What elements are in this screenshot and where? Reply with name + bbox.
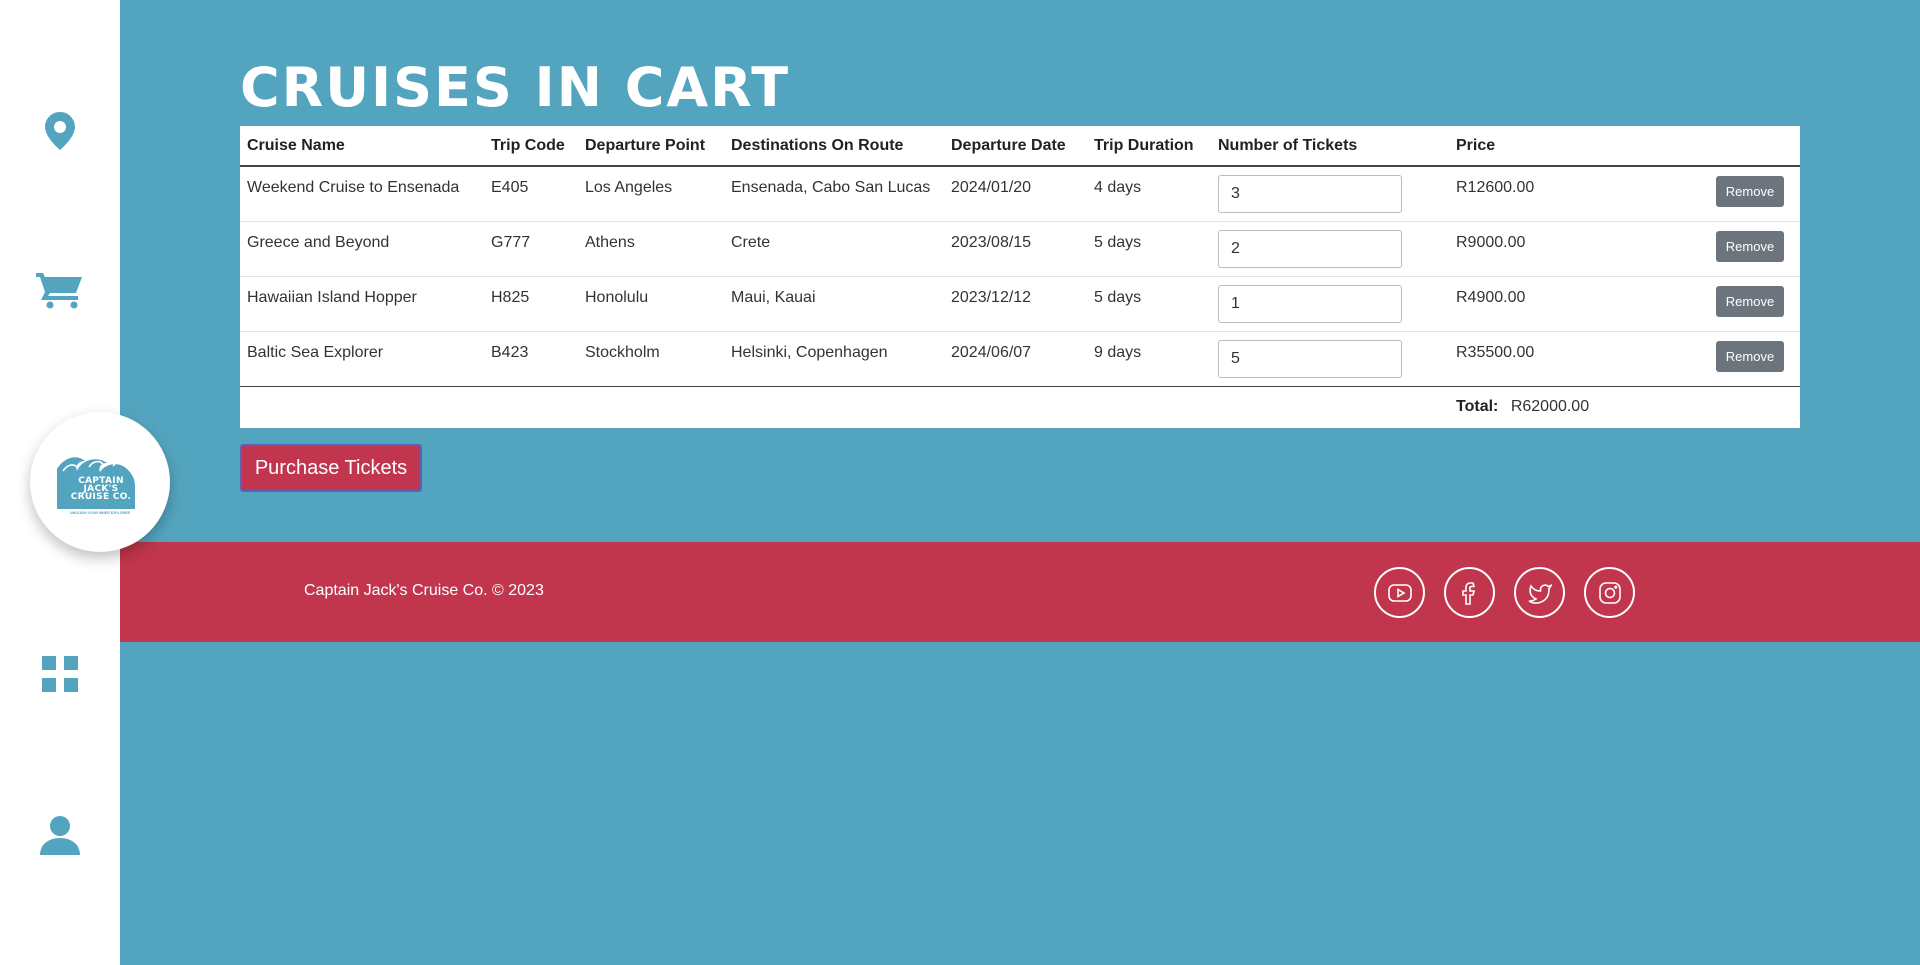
instagram-link[interactable] xyxy=(1584,567,1635,618)
page-title: Cruises in Cart xyxy=(240,56,791,119)
cart-icon xyxy=(36,273,82,309)
table-row: Baltic Sea Explorer B423 Stockholm Helsi… xyxy=(240,331,1800,387)
destinations: Ensenada, Cabo San Lucas xyxy=(724,166,944,222)
ticket-quantity-input[interactable] xyxy=(1218,229,1402,268)
col-header: Departure Date xyxy=(944,126,1087,167)
total-value: R62000.00 xyxy=(1510,397,1590,415)
col-header: Trip Code xyxy=(484,126,578,167)
table-row: Hawaiian Island Hopper H825 Honolulu Mau… xyxy=(240,276,1800,332)
twitter-link[interactable] xyxy=(1514,567,1565,618)
tickets-cell xyxy=(1211,331,1449,387)
col-header: Cruise Name xyxy=(240,126,484,167)
remove-cell: Remove xyxy=(1709,221,1800,277)
col-header: Price xyxy=(1449,126,1709,167)
trip-code: H825 xyxy=(484,276,578,332)
nav-grid[interactable] xyxy=(0,654,120,694)
cruise-name: Greece and Beyond xyxy=(240,221,484,277)
departure-point: Athens xyxy=(578,221,724,277)
cruise-name: Baltic Sea Explorer xyxy=(240,331,484,387)
trip-duration: 4 days xyxy=(1087,166,1211,222)
departure-date: 2023/08/15 xyxy=(944,221,1087,277)
col-header xyxy=(1709,126,1800,167)
grid-icon xyxy=(42,656,78,692)
table-header-row: Cruise Name Trip Code Departure Point De… xyxy=(240,126,1800,167)
price: R4900.00 xyxy=(1449,276,1709,332)
footer: Captain Jack's Cruise Co. © 2023 xyxy=(120,542,1920,642)
price: R35500.00 xyxy=(1449,331,1709,387)
total-row: Total: R62000.00 xyxy=(240,386,1800,426)
total-cell: Total: R62000.00 xyxy=(1449,386,1800,426)
remove-cell: Remove xyxy=(1709,276,1800,332)
trip-code: E405 xyxy=(484,166,578,222)
ticket-quantity-input[interactable] xyxy=(1218,175,1402,213)
purchase-tickets-button[interactable]: Purchase Tickets xyxy=(240,444,422,492)
departure-date: 2023/12/12 xyxy=(944,276,1087,332)
remove-button[interactable]: Remove xyxy=(1716,285,1784,317)
remove-button[interactable]: Remove xyxy=(1716,340,1784,372)
trip-duration: 5 days xyxy=(1087,276,1211,332)
price: R9000.00 xyxy=(1449,221,1709,277)
trip-duration: 5 days xyxy=(1087,221,1211,277)
remove-button[interactable]: Remove xyxy=(1716,230,1784,262)
departure-point: Honolulu xyxy=(578,276,724,332)
logo-mark: CAPTAIN JACK'S CRUISE CO. UNLEASH YOUR I… xyxy=(55,447,145,517)
departure-point: Los Angeles xyxy=(578,166,724,222)
remove-cell: Remove xyxy=(1709,166,1800,222)
remove-cell: Remove xyxy=(1709,331,1800,387)
user-icon xyxy=(40,816,80,855)
youtube-link[interactable] xyxy=(1374,567,1425,618)
destinations: Helsinki, Copenhagen xyxy=(724,331,944,387)
logo-tagline: UNLEASH YOUR INNER EXPLORER xyxy=(69,511,131,515)
price: R12600.00 xyxy=(1449,166,1709,222)
facebook-link[interactable] xyxy=(1444,567,1495,618)
footer-copyright: Captain Jack's Cruise Co. © 2023 xyxy=(304,582,544,599)
brand-logo[interactable]: CAPTAIN JACK'S CRUISE CO. UNLEASH YOUR I… xyxy=(30,412,170,552)
cart-table: Cruise Name Trip Code Departure Point De… xyxy=(240,126,1800,428)
logo-text: CAPTAIN JACK'S CRUISE CO. xyxy=(70,476,132,502)
youtube-icon xyxy=(1387,583,1412,602)
ticket-quantity-input[interactable] xyxy=(1218,284,1402,323)
cruise-name: Hawaiian Island Hopper xyxy=(240,276,484,332)
tickets-cell xyxy=(1211,166,1449,222)
destinations: Crete xyxy=(724,221,944,277)
table-row: Weekend Cruise to Ensenada E405 Los Ange… xyxy=(240,166,1800,222)
trip-code: G777 xyxy=(484,221,578,277)
remove-button[interactable]: Remove xyxy=(1716,176,1784,207)
nav-cart[interactable] xyxy=(0,270,120,310)
map-pin-icon xyxy=(45,112,75,150)
col-header: Destinations On Route xyxy=(724,126,944,167)
departure-point: Stockholm xyxy=(578,331,724,387)
departure-date: 2024/06/07 xyxy=(944,331,1087,387)
destinations: Maui, Kauai xyxy=(724,276,944,332)
total-label: Total: xyxy=(1456,397,1499,415)
trip-code: B423 xyxy=(484,331,578,387)
twitter-icon xyxy=(1528,583,1552,604)
tickets-cell xyxy=(1211,276,1449,332)
facebook-icon xyxy=(1461,581,1475,605)
departure-date: 2024/01/20 xyxy=(944,166,1087,222)
tickets-cell xyxy=(1211,221,1449,277)
ticket-quantity-input[interactable] xyxy=(1218,339,1402,378)
col-header: Trip Duration xyxy=(1087,126,1211,167)
nav-profile[interactable] xyxy=(0,814,120,856)
cruise-name: Weekend Cruise to Ensenada xyxy=(240,166,484,222)
nav-location[interactable] xyxy=(0,108,120,154)
table-row: Greece and Beyond G777 Athens Crete 2023… xyxy=(240,221,1800,277)
col-header: Number of Tickets xyxy=(1211,126,1449,167)
col-header: Departure Point xyxy=(578,126,724,167)
instagram-icon xyxy=(1598,581,1621,604)
trip-duration: 9 days xyxy=(1087,331,1211,387)
